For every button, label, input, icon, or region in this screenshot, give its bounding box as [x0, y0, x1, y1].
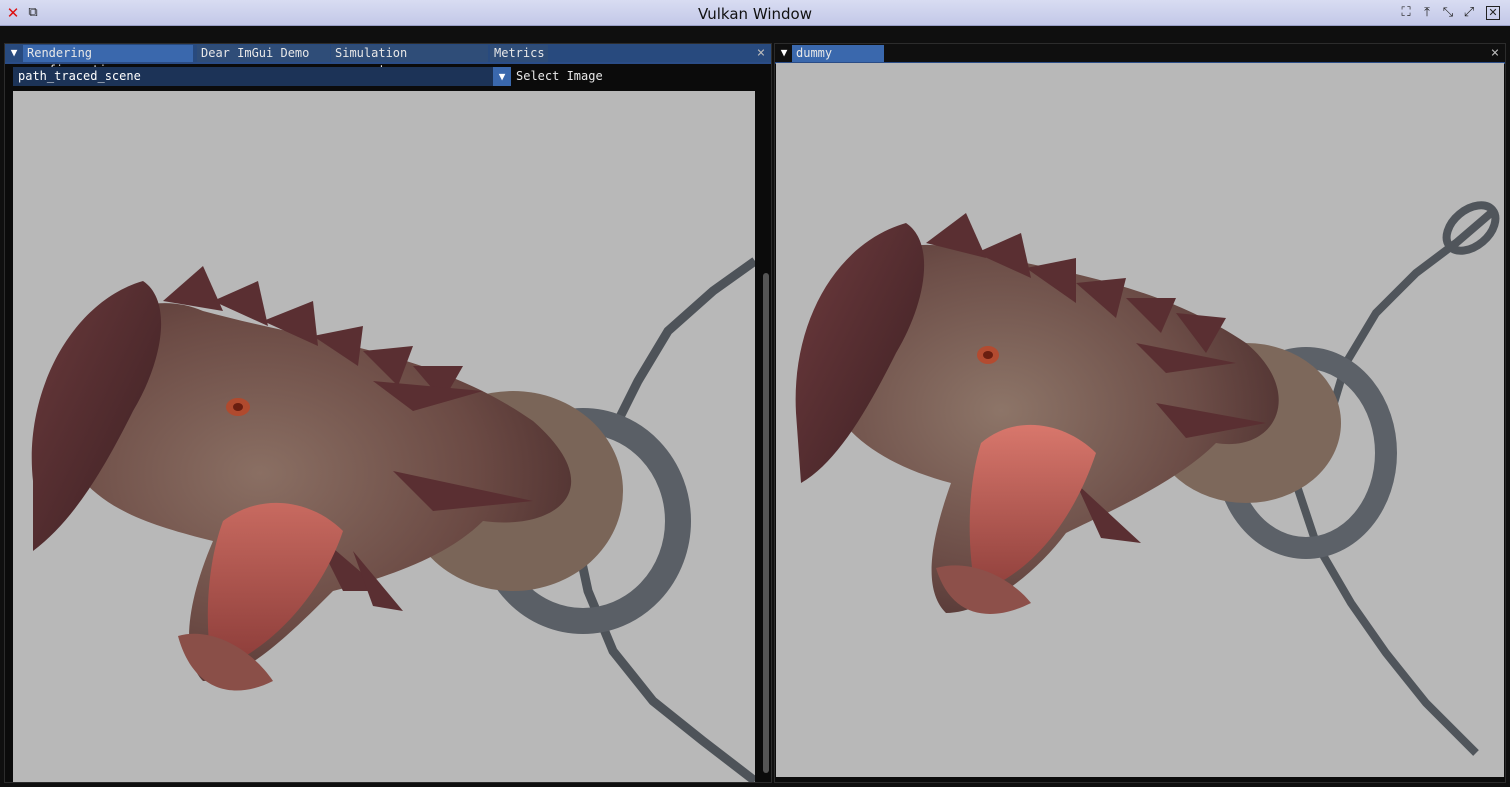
- tab-bar: ▼ dummy window ×: [775, 44, 1505, 77]
- close-icon[interactable]: ✕: [1486, 6, 1500, 20]
- right-dock-panel: ▼ dummy window ×: [774, 43, 1506, 783]
- render-viewport[interactable]: [13, 91, 755, 782]
- scene-select-combo[interactable]: path_traced_scene ▼: [13, 67, 511, 86]
- tab-bar: ▼ Rendering configuration Dear ImGui Dem…: [5, 44, 771, 77]
- left-dock-panel: ▼ Rendering configuration Dear ImGui Dem…: [4, 43, 772, 783]
- tab-list-menu-icon[interactable]: ▼: [777, 45, 791, 61]
- maximize-icon[interactable]: ⤢: [1462, 6, 1476, 20]
- scrollbar-thumb[interactable]: [763, 273, 769, 773]
- dragon-render-image: [795, 201, 1500, 756]
- tab-dummy-window[interactable]: dummy window: [792, 45, 884, 77]
- tab-metrics[interactable]: Metrics: [490, 45, 548, 62]
- combo-value: path_traced_scene: [18, 69, 141, 83]
- menu-bar: [0, 26, 1510, 43]
- fullscreen-icon[interactable]: ⛶: [1399, 6, 1413, 20]
- close-icon[interactable]: ×: [755, 44, 767, 62]
- tab-rendering-configuration[interactable]: Rendering configuration: [23, 45, 193, 77]
- keep-above-icon[interactable]: ⤒: [1420, 6, 1434, 20]
- chain-graphic: [1292, 201, 1500, 756]
- render-viewport[interactable]: [776, 63, 1504, 777]
- combo-label: Select Image: [516, 69, 603, 83]
- tab-simulation-parameters[interactable]: Simulation parameters: [331, 45, 488, 77]
- tab-dear-imgui-demo[interactable]: Dear ImGui Demo: [197, 45, 330, 62]
- dragon-render-image: [31, 257, 755, 782]
- chevron-down-icon[interactable]: ▼: [493, 67, 511, 86]
- minimize-icon[interactable]: ⤡: [1441, 6, 1455, 20]
- viewport-scrollbar[interactable]: [761, 91, 771, 782]
- window-title: Vulkan Window: [698, 5, 812, 23]
- close-icon[interactable]: ×: [1489, 44, 1501, 62]
- window-titlebar: ✕ ⧉ Vulkan Window ⛶ ⤒ ⤡ ⤢ ✕: [0, 0, 1510, 26]
- tab-list-menu-icon[interactable]: ▼: [7, 45, 21, 61]
